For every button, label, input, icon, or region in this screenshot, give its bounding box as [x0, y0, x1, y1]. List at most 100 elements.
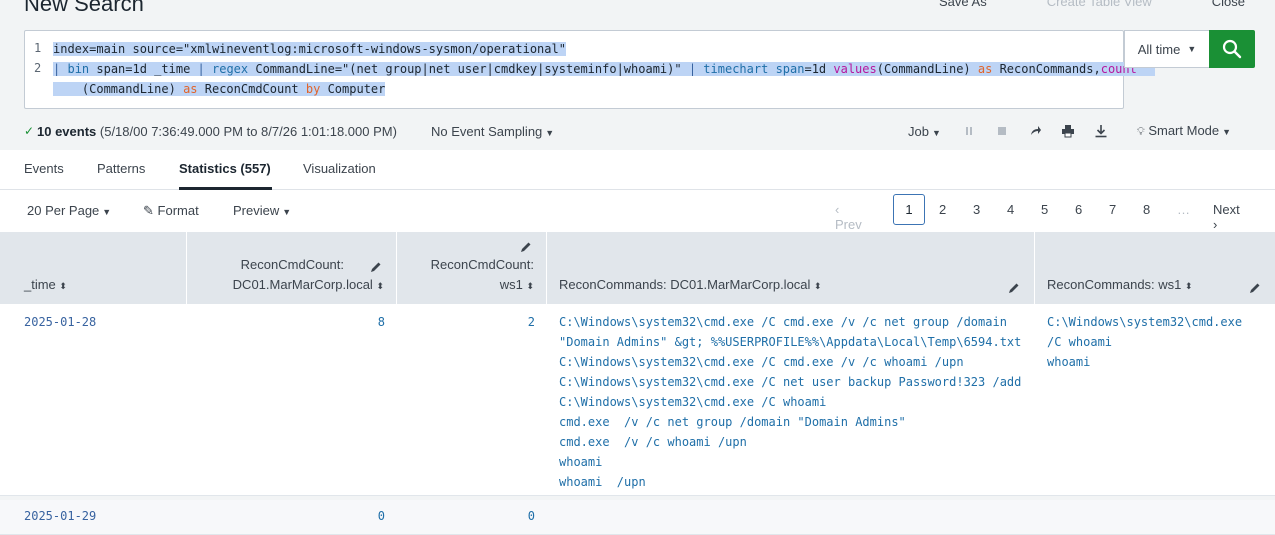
- event-range: (5/18/00 7:36:49.000 PM to 8/7/26 1:01:1…: [99, 123, 397, 139]
- column-header-time[interactable]: _time ⬍: [0, 232, 187, 304]
- tab-events[interactable]: Events: [24, 161, 64, 176]
- results-tabs: Events Patterns Statistics (557) Visuali…: [0, 150, 1275, 190]
- caret-down-icon: ▼: [931, 127, 941, 138]
- per-page-label: 20 Per Page: [27, 203, 100, 218]
- page-8-button[interactable]: 8: [1143, 202, 1150, 217]
- stop-icon[interactable]: [995, 124, 1011, 138]
- command-value[interactable]: /C whoami: [1047, 332, 1242, 352]
- timechart-command: timechart: [703, 62, 769, 76]
- sort-icon[interactable]: ⬍: [1185, 281, 1193, 291]
- reconcmdcount-ws1-cell[interactable]: 2: [397, 312, 535, 332]
- sort-icon[interactable]: ⬍: [526, 281, 534, 291]
- close-button[interactable]: Close: [1212, 0, 1245, 9]
- column-label: ws1: [499, 277, 523, 292]
- page-4-button[interactable]: 4: [1007, 202, 1014, 217]
- column-label: _time: [24, 277, 56, 292]
- column-header-reconcmdcount-dc01[interactable]: ReconCmdCount: DC01.MarMarCorp.local ⬍: [187, 232, 397, 304]
- reconcommands-dc01-cell: C:\Windows\system32\cmd.exe /C cmd.exe /…: [559, 312, 1021, 492]
- reconcmdcount-ws1-cell[interactable]: 0: [397, 506, 535, 526]
- sort-icon[interactable]: ⬍: [814, 281, 822, 291]
- pencil-icon[interactable]: [520, 241, 532, 253]
- pencil-icon[interactable]: [1008, 282, 1020, 294]
- search-icon: [1222, 39, 1242, 59]
- preview-dropdown[interactable]: Preview ▼: [233, 203, 291, 218]
- event-summary: 10 events (5/18/00 7:36:49.000 PM to 8/7…: [37, 124, 397, 139]
- column-label: DC01.MarMarCorp.local: [232, 277, 373, 292]
- checkmark-icon: ✓: [24, 124, 35, 138]
- job-controls: [962, 124, 1110, 138]
- page-1-button[interactable]: 1: [893, 194, 925, 225]
- page-6-button[interactable]: 6: [1075, 202, 1082, 217]
- save-as-button[interactable]: Save As: [939, 0, 987, 9]
- command-value[interactable]: cmd.exe /v /c whoami /upn: [559, 432, 1021, 452]
- sort-icon[interactable]: ⬍: [376, 281, 384, 291]
- time-range-picker[interactable]: All time ▼: [1124, 30, 1210, 68]
- pause-icon[interactable]: [962, 124, 978, 138]
- command-value[interactable]: whoami: [1047, 352, 1242, 372]
- recon-count-alias: ReconCmdCount: [197, 82, 306, 96]
- command-value[interactable]: "Domain Admins" &gt; %%USERPROFILE%%\App…: [559, 332, 1021, 352]
- recon-commands-alias: ReconCommands,: [992, 62, 1101, 76]
- reconcmdcount-dc01-cell[interactable]: 8: [187, 312, 385, 332]
- bin-args: span=1d _time: [89, 62, 198, 76]
- line-number: 2: [34, 61, 42, 75]
- by-keyword: by: [305, 82, 321, 96]
- command-value[interactable]: C:\Windows\system32\cmd.exe /C cmd.exe /…: [559, 312, 1021, 332]
- job-menu[interactable]: Job ▼: [908, 124, 941, 139]
- search-editor[interactable]: 1 2 index=main source="xmlwineventlog:mi…: [24, 30, 1155, 109]
- column-header-reconcommands-dc01[interactable]: ReconCommands: DC01.MarMarCorp.local ⬍: [547, 232, 1035, 304]
- page-title: New Search: [24, 0, 144, 16]
- span-keyword: span: [775, 62, 805, 76]
- table-row: 2025-01-28 8 2 C:\Windows\system32\cmd.e…: [0, 304, 1275, 496]
- page-3-button[interactable]: 3: [973, 202, 980, 217]
- format-button[interactable]: ✎ Format: [143, 203, 199, 219]
- lightbulb-icon: 💡︎: [1137, 126, 1145, 138]
- span-value: =1d: [804, 62, 834, 76]
- time-cell[interactable]: 2025-01-29: [24, 506, 96, 526]
- as-keyword: as: [977, 62, 993, 76]
- search-query[interactable]: index=main source="xmlwineventlog:micros…: [53, 39, 1155, 99]
- command-value[interactable]: whoami /upn: [559, 472, 1021, 492]
- time-cell[interactable]: 2025-01-28: [24, 312, 96, 332]
- values-function: values: [833, 62, 877, 76]
- event-count: 10 events: [37, 123, 97, 139]
- pencil-icon: ✎: [143, 203, 154, 218]
- sort-icon[interactable]: ⬍: [59, 281, 67, 291]
- title-bar: New Search Save As Create Table View Clo…: [0, 0, 1275, 30]
- column-header-reconcommands-ws1[interactable]: ReconCommands: ws1 ⬍: [1035, 232, 1275, 304]
- search-button[interactable]: [1209, 30, 1255, 68]
- command-value[interactable]: C:\Windows\system32\cmd.exe: [1047, 312, 1242, 332]
- column-header-reconcmdcount-ws1[interactable]: ReconCmdCount: ws1 ⬍: [397, 232, 547, 304]
- page-5-button[interactable]: 5: [1041, 202, 1048, 217]
- search-mode-dropdown[interactable]: 💡︎ Smart Mode ▼: [1137, 123, 1231, 139]
- pipe-token: |: [53, 62, 61, 76]
- count-args: (CommandLine): [81, 82, 184, 96]
- share-icon[interactable]: [1028, 124, 1044, 138]
- next-page-button[interactable]: Next ›: [1213, 202, 1240, 232]
- command-value[interactable]: cmd.exe /v /c net group /domain "Domain …: [559, 412, 1021, 432]
- print-icon[interactable]: [1061, 124, 1077, 138]
- caret-down-icon: ▼: [102, 207, 112, 217]
- create-table-view-button[interactable]: Create Table View: [1047, 0, 1152, 9]
- page-7-button[interactable]: 7: [1109, 202, 1116, 217]
- command-value[interactable]: whoami: [559, 452, 1021, 472]
- event-sampling-dropdown[interactable]: No Event Sampling ▼: [431, 124, 554, 139]
- command-value[interactable]: C:\Windows\system32\cmd.exe /C whoami: [559, 392, 1021, 412]
- command-value[interactable]: C:\Windows\system32\cmd.exe /C net user …: [559, 372, 1021, 392]
- tab-statistics[interactable]: Statistics (557): [179, 161, 271, 176]
- page-2-button[interactable]: 2: [939, 202, 946, 217]
- prev-page-button[interactable]: ‹ Prev: [835, 202, 862, 232]
- page-ellipsis: …: [1177, 202, 1190, 217]
- regex-args: CommandLine="(net group|net user|cmdkey|…: [248, 62, 689, 76]
- tab-visualization[interactable]: Visualization: [303, 161, 376, 176]
- column-label: ReconCommands: ws1: [1047, 277, 1182, 292]
- tab-patterns[interactable]: Patterns: [97, 161, 145, 176]
- command-value[interactable]: C:\Windows\system32\cmd.exe /C cmd.exe /…: [559, 352, 1021, 372]
- regex-command: regex: [212, 62, 249, 76]
- per-page-dropdown[interactable]: 20 Per Page ▼: [27, 203, 111, 218]
- event-sampling-label: No Event Sampling: [431, 123, 543, 139]
- reconcmdcount-dc01-cell[interactable]: 0: [187, 506, 385, 526]
- pencil-icon[interactable]: [1249, 282, 1261, 294]
- column-label: ReconCmdCount:: [240, 257, 344, 272]
- export-icon[interactable]: [1094, 124, 1110, 138]
